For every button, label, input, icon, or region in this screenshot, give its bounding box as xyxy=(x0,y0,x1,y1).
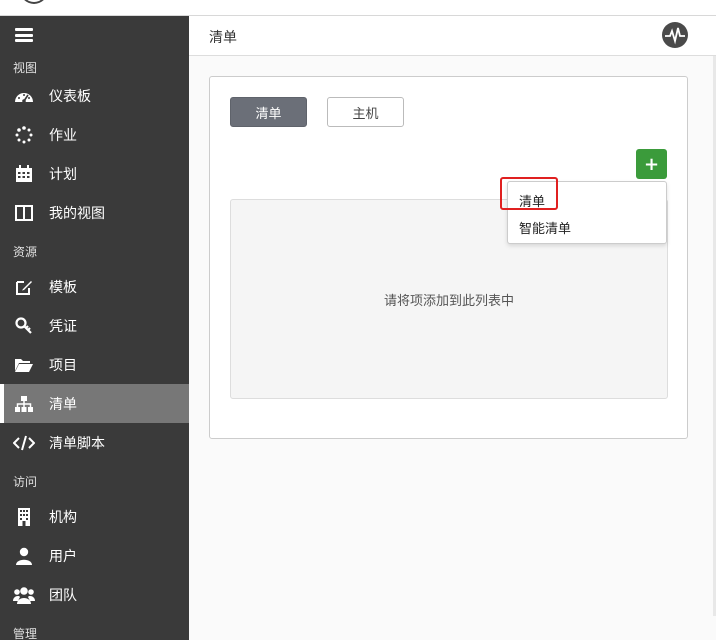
empty-message: 请将项添加到此列表中 xyxy=(383,293,514,309)
users-icon xyxy=(13,585,35,605)
sidebar-item-organizations[interactable]: 机构 xyxy=(0,497,189,536)
page-title: 清单 xyxy=(209,30,237,46)
building-icon xyxy=(13,507,35,527)
sidebar-item-label: 计划 xyxy=(49,166,77,183)
dropdown-option-smart-inventory[interactable]: 智能清单 xyxy=(519,218,571,237)
sidebar-item-projects[interactable]: 项目 xyxy=(0,345,189,384)
jobs-spinner-icon xyxy=(13,125,35,145)
section-label-view: 视图 xyxy=(13,61,38,75)
sidebar-item-inventory-scripts[interactable]: 清单脚本 xyxy=(0,423,189,462)
sidebar-item-schedules[interactable]: 计划 xyxy=(0,154,189,193)
top-strip xyxy=(0,0,716,16)
section-label-admin: 管理 xyxy=(13,627,38,640)
sidebar-item-label: 模板 xyxy=(49,279,77,296)
sidebar-item-inventories[interactable]: 清单 xyxy=(0,384,189,423)
add-button[interactable]: + xyxy=(636,149,667,179)
inventory-card: 清单 主机 + 请将项添加到此列表中 xyxy=(209,76,688,439)
sidebar-item-label: 凭证 xyxy=(49,318,77,335)
sidebar-item-users[interactable]: 用户 xyxy=(0,536,189,575)
folder-open-icon xyxy=(13,355,35,375)
tab-inventories[interactable]: 清单 xyxy=(230,97,307,127)
edit-icon xyxy=(13,277,35,297)
sidebar-item-label: 作业 xyxy=(49,127,77,144)
page-header: 清单 xyxy=(189,16,716,56)
sidebar-item-label: 机构 xyxy=(49,509,77,526)
sidebar-item-teams[interactable]: 团队 xyxy=(0,575,189,614)
sidebar-item-jobs[interactable]: 作业 xyxy=(0,115,189,154)
sidebar: 视图 仪表板 作业 计划 我的视图 资源 模板 凭证 项目 清单 清单脚本 访问… xyxy=(0,16,189,640)
sidebar-item-label: 团队 xyxy=(49,587,77,604)
sidebar-item-label: 项目 xyxy=(49,357,77,374)
logo-fragment xyxy=(20,0,48,4)
sidebar-item-dashboard[interactable]: 仪表板 xyxy=(0,76,189,115)
hamburger-menu-icon[interactable] xyxy=(15,28,33,42)
sidebar-item-label: 我的视图 xyxy=(49,205,105,222)
calendar-icon xyxy=(13,164,35,184)
section-label-access: 访问 xyxy=(13,475,38,489)
section-label-resources: 资源 xyxy=(13,245,38,259)
key-icon xyxy=(13,316,35,336)
sidebar-item-templates[interactable]: 模板 xyxy=(0,267,189,306)
sidebar-item-label: 仪表板 xyxy=(49,88,91,105)
tab-hosts[interactable]: 主机 xyxy=(327,97,404,127)
sidebar-item-my-view[interactable]: 我的视图 xyxy=(0,193,189,232)
code-icon xyxy=(13,433,35,453)
columns-icon xyxy=(13,203,35,223)
sidebar-item-label: 用户 xyxy=(49,548,77,565)
dashboard-icon xyxy=(13,86,35,106)
highlight-annotation xyxy=(500,177,558,210)
sitemap-icon xyxy=(13,394,35,414)
user-icon xyxy=(13,546,35,566)
sidebar-item-label: 清单 xyxy=(49,396,77,413)
sidebar-item-credentials[interactable]: 凭证 xyxy=(0,306,189,345)
activity-pulse-icon[interactable] xyxy=(662,22,688,48)
sidebar-item-label: 清单脚本 xyxy=(49,435,105,452)
